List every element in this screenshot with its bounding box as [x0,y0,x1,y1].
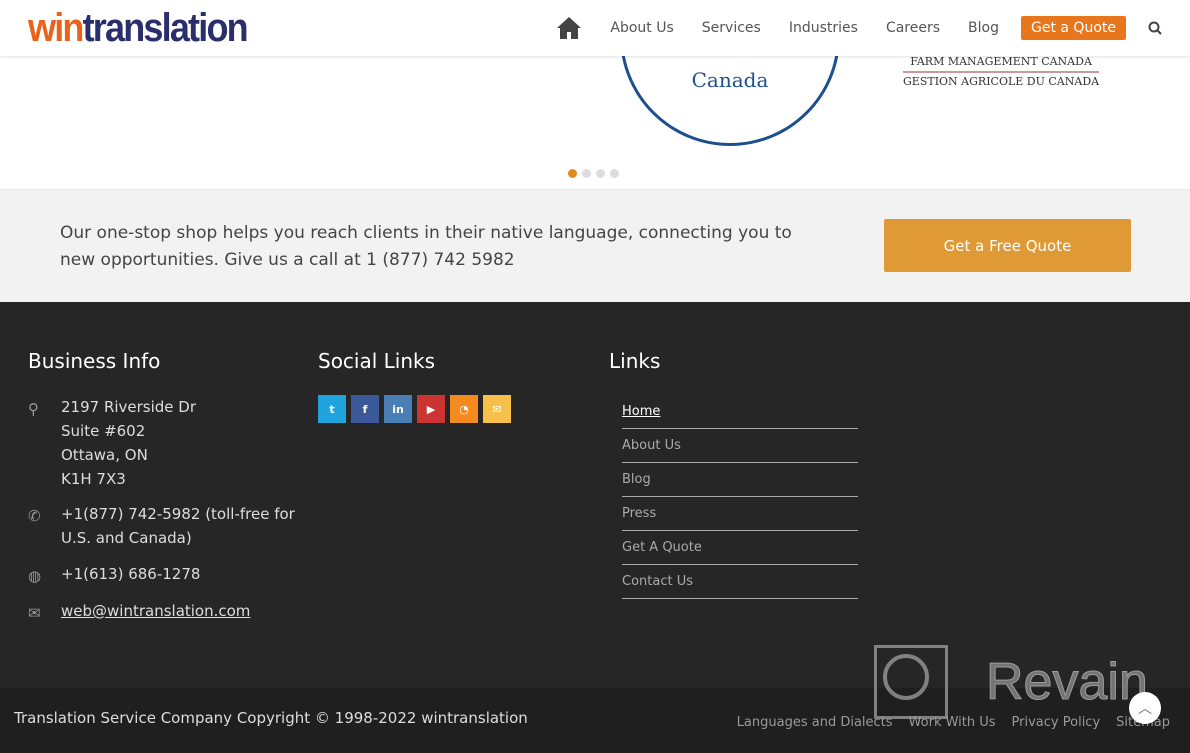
nav-services[interactable]: Services [702,20,761,36]
nav-industries[interactable]: Industries [789,20,858,36]
business-info-heading: Business Info [28,349,161,373]
envelope-icon: ✉ [28,604,41,622]
rss-icon[interactable]: ◔ [450,395,478,423]
phone: ✆ +1(877) 742-5982 (toll-free for U.S. an… [28,502,298,550]
logo[interactable]: wintranslation [28,6,249,51]
revain-logo-icon [874,645,948,719]
address-line: Ottawa, ON [61,446,148,464]
link-languages[interactable]: Languages and Dialects [737,715,893,730]
copyright: Translation Service Company Copyright © … [14,709,528,727]
logo-translation: translation [82,6,249,50]
location-pin-icon: ⚲ [28,400,39,418]
nav-blog[interactable]: Blog [968,20,999,36]
phone-icon: ✆ [28,507,41,525]
address-line: K1H 7X3 [61,470,126,488]
canada-text: Canada [691,68,769,92]
farm-text-fr: GESTION AGRICOLE DU CANADA [903,75,1100,88]
link-contact-us[interactable]: Contact Us [622,565,858,599]
main-nav: About Us Services Industries Careers Blo… [556,16,1162,40]
slider-dot[interactable] [582,169,591,178]
farm-management-logo: FARM MANAGEMENT CANADA GESTION AGRICOLE D… [903,53,1100,91]
social-links: t f in ▶ ◔ ✉ [318,395,511,423]
footer: Business Info ⚲ 2197 Riverside Dr Suite … [0,302,1190,688]
links-heading: Links [609,349,661,373]
address: ⚲ 2197 Riverside Dr Suite #602 Ottawa, O… [28,395,196,491]
scroll-to-top-button[interactable]: ︿ [1129,692,1161,724]
revain-watermark: Revain [874,645,1148,719]
slider-dot[interactable] [596,169,605,178]
youtube-icon[interactable]: ▶ [417,395,445,423]
phone2-text: +1(613) 686-1278 [61,565,201,583]
email: ✉ web@wintranslation.com [28,599,250,623]
slider-dots [568,169,619,178]
phone-2: ◍ +1(613) 686-1278 [28,562,200,586]
address-line: Suite #602 [61,422,146,440]
linkedin-icon[interactable]: in [384,395,412,423]
footer-links: Home About Us Blog Press Get A Quote Con… [622,395,858,599]
nav-careers[interactable]: Careers [886,20,940,36]
home-icon[interactable] [556,16,582,40]
cta-band: Our one-stop shop helps you reach client… [0,190,1190,302]
phone-text: +1(877) 742-5982 (toll-free for U.S. and… [61,505,295,547]
slider-dot[interactable] [610,169,619,178]
get-a-quote-button[interactable]: Get a Quote [1021,16,1126,40]
cta-text: Our one-stop shop helps you reach client… [60,223,792,270]
nav-about-us[interactable]: About Us [610,20,673,36]
revain-text: Revain [986,653,1149,712]
link-home[interactable]: Home [622,395,858,429]
site-header: wintranslation About Us Services Industr… [0,0,1190,56]
logo-win: win [28,6,84,50]
link-about-us[interactable]: About Us [622,429,858,463]
link-press[interactable]: Press [622,497,858,531]
link-get-a-quote[interactable]: Get A Quote [622,531,858,565]
facebook-icon[interactable]: f [351,395,379,423]
twitter-icon[interactable]: t [318,395,346,423]
link-blog[interactable]: Blog [622,463,858,497]
slider-dot[interactable] [568,169,577,178]
address-line: 2197 Riverside Dr [61,398,197,416]
farm-text-en: FARM MANAGEMENT CANADA [903,53,1100,73]
social-links-heading: Social Links [318,349,436,373]
chevron-up-icon: ︿ [1138,701,1152,717]
email-link[interactable]: web@wintranslation.com [61,599,250,623]
search-icon[interactable] [1148,21,1162,35]
client-logo-slider: Canada FARM MANAGEMENT CANADA GESTION AGR… [0,16,1190,190]
globe-icon: ◍ [28,567,42,585]
email-icon[interactable]: ✉ [483,395,511,423]
free-quote-button[interactable]: Get a Free Quote [884,219,1131,272]
